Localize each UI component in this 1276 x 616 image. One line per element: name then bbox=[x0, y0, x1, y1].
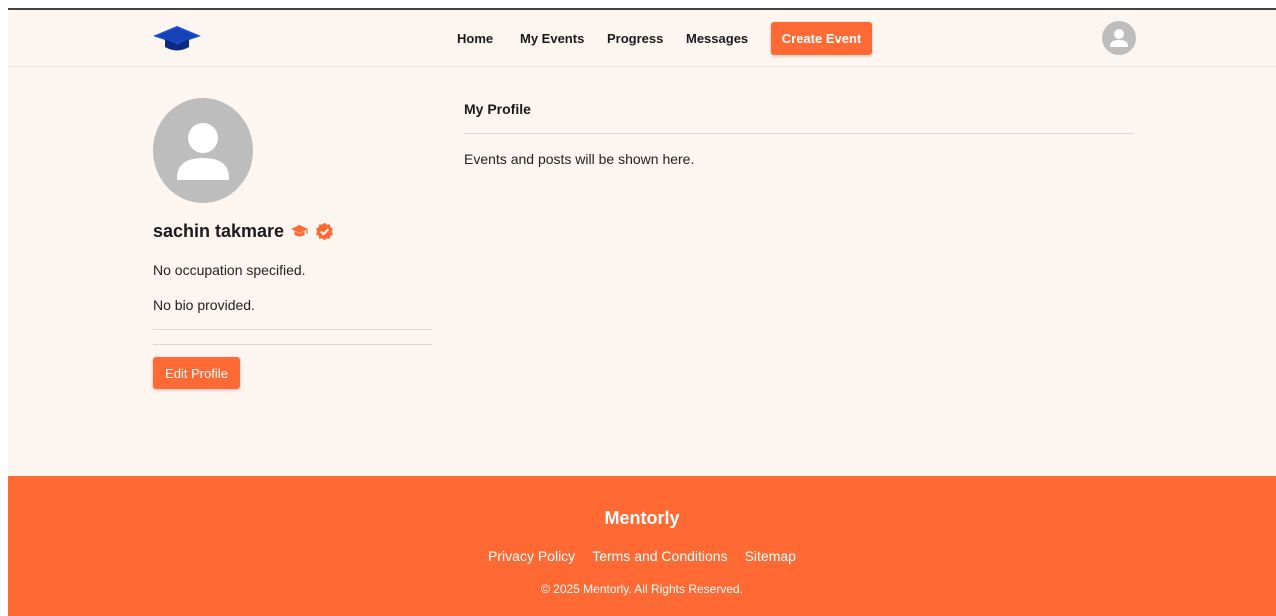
profile-name-row: sachin takmare bbox=[153, 221, 334, 242]
bio-text: No bio provided. bbox=[153, 297, 255, 313]
section-divider bbox=[464, 133, 1134, 134]
edit-profile-button[interactable]: Edit Profile bbox=[153, 357, 240, 389]
events-placeholder-text: Events and posts will be shown here. bbox=[464, 151, 695, 167]
app-frame: Home My Events Progress Messages Create … bbox=[8, 8, 1276, 616]
occupation-text: No occupation specified. bbox=[153, 262, 306, 278]
site-footer: Mentorly Privacy Policy Terms and Condit… bbox=[8, 476, 1276, 616]
nav-link-progress[interactable]: Progress bbox=[607, 31, 663, 46]
footer-links: Privacy Policy Terms and Conditions Site… bbox=[8, 548, 1276, 564]
graduation-cap-icon[interactable] bbox=[152, 24, 202, 54]
profile-divider bbox=[153, 329, 432, 330]
profile-name: sachin takmare bbox=[153, 221, 285, 241]
footer-link-privacy-policy[interactable]: Privacy Policy bbox=[488, 548, 575, 564]
profile-divider bbox=[153, 344, 432, 345]
nav-link-messages[interactable]: Messages bbox=[686, 31, 748, 46]
top-navbar: Home My Events Progress Messages Create … bbox=[8, 10, 1276, 67]
footer-link-terms[interactable]: Terms and Conditions bbox=[592, 548, 727, 564]
nav-link-my-events[interactable]: My Events bbox=[520, 31, 584, 46]
nav-link-home[interactable]: Home bbox=[457, 31, 493, 46]
footer-brand: Mentorly bbox=[604, 508, 680, 528]
graduation-cap-icon bbox=[290, 222, 309, 241]
footer-link-sitemap[interactable]: Sitemap bbox=[745, 548, 796, 564]
page-title: My Profile bbox=[464, 101, 531, 117]
footer-copyright: © 2025 Mentorly. All Rights Reserved. bbox=[540, 582, 744, 596]
user-avatar-icon[interactable] bbox=[1102, 21, 1136, 55]
verified-badge-icon bbox=[315, 222, 334, 241]
user-avatar-icon bbox=[177, 123, 229, 180]
profile-avatar bbox=[153, 98, 253, 203]
create-event-button[interactable]: Create Event bbox=[771, 22, 872, 55]
